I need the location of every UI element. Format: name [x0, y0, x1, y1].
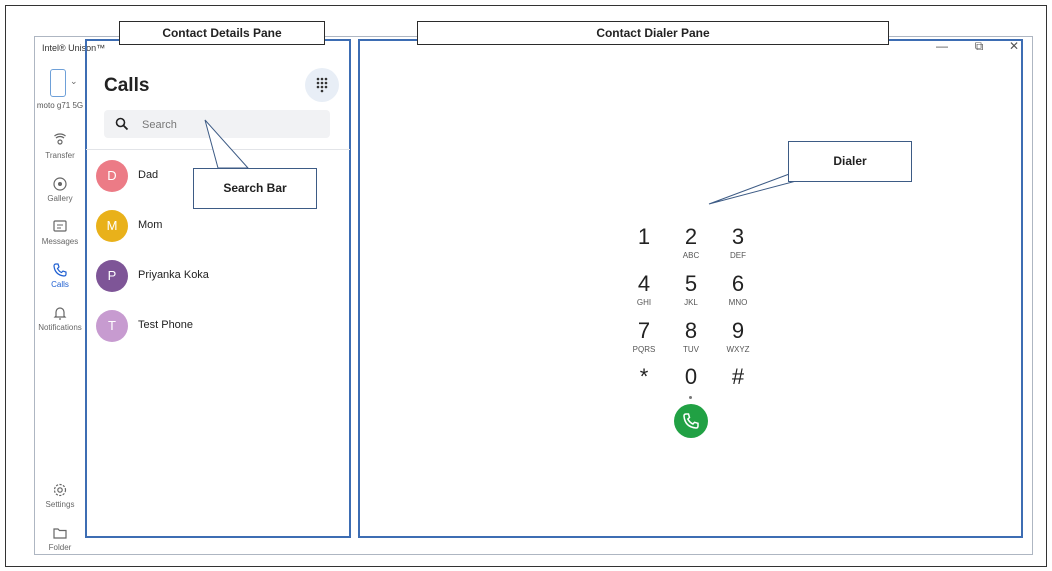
callout-leaders [204, 119, 801, 205]
callout-dialer: Dialer [788, 141, 912, 182]
dialer-leader [708, 169, 801, 205]
search-bar-leader [204, 119, 250, 169]
callout-contact-details-pane: Contact Details Pane [119, 21, 325, 45]
callout-contact-dialer-pane: Contact Dialer Pane [417, 21, 889, 45]
callout-search-bar: Search Bar [193, 168, 317, 209]
